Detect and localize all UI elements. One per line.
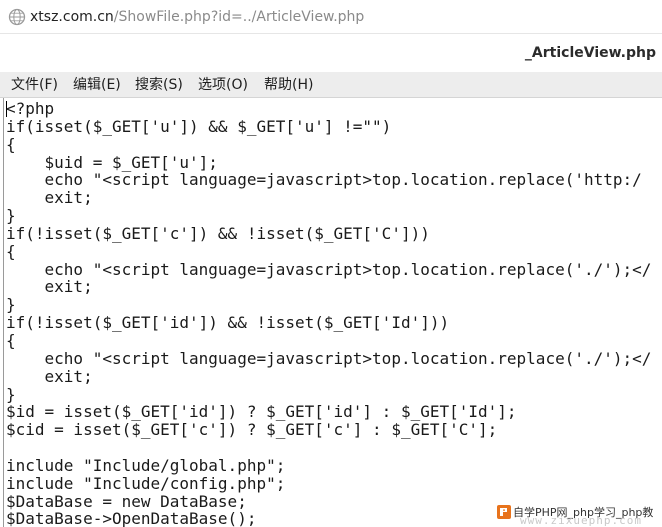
code-line: <?php — [6, 100, 651, 118]
code-line: include "Include/config.php"; — [6, 473, 651, 493]
code-line-text: $uid = $_GET['u']; — [6, 152, 218, 172]
code-line: { — [6, 241, 651, 261]
code-line: $uid = $_GET['u']; — [6, 152, 651, 172]
code-line: { — [6, 134, 651, 154]
menu-item-edit[interactable]: 编辑(E) — [73, 75, 121, 95]
menu-bar: 文件(F) 编辑(E) 搜索(S) 选项(O) 帮助(H) — [0, 72, 662, 98]
code-line-text: exit; — [6, 188, 93, 208]
window-title-bar: _ArticleView.php — [0, 34, 662, 72]
code-line: exit; — [6, 189, 651, 207]
code-line: $cid = isset($_GET['c']) ? $_GET['c'] : … — [6, 421, 651, 439]
code-line-text: if(isset($_GET['u']) && $_GET['u'] !="") — [6, 116, 392, 136]
code-line: } — [6, 384, 651, 404]
code-line: exit; — [6, 366, 651, 386]
code-line-text: if(!isset($_GET['c']) && !isset($_GET['C… — [6, 223, 430, 243]
menu-item-help[interactable]: 帮助(H) — [264, 75, 313, 95]
code-line-text: echo "<script language=javascript>top.lo… — [6, 348, 652, 368]
code-line: include "Include/global.php"; — [6, 455, 651, 475]
menu-item-file[interactable]: 文件(F) — [11, 75, 58, 95]
editor-border — [3, 98, 4, 527]
address-url[interactable]: xtsz.com.cn/ShowFile.php?id=../ArticleVi… — [30, 7, 364, 27]
code-line-text: if(!isset($_GET['id']) && !isset($_GET['… — [6, 313, 450, 333]
code-area[interactable]: <?php if(isset($_GET['u']) && $_GET['u'] … — [6, 100, 651, 527]
code-line-text: { — [6, 241, 16, 261]
menu-item-options[interactable]: 选项(O) — [198, 75, 248, 95]
code-line-text: { — [6, 330, 16, 350]
code-line-text: include "Include/global.php"; — [6, 455, 286, 475]
code-line: $id = isset($_GET['id']) ? $_GET['id'] :… — [6, 403, 651, 421]
code-line: echo "<script language=javascript>top.lo… — [6, 171, 651, 189]
address-path: /ShowFile.php?id=../ArticleView.php — [113, 9, 365, 25]
code-line-text: } — [6, 295, 16, 315]
code-line-text: $id = isset($_GET['id']) ? $_GET['id'] :… — [6, 402, 517, 422]
code-line-text: $cid = isset($_GET['c']) ? $_GET['c'] : … — [6, 420, 498, 440]
code-line: { — [6, 332, 651, 350]
php-logo-icon — [497, 505, 511, 519]
code-line-text: $DataBase->OpenDataBase(); — [6, 509, 257, 527]
code-line-text: { — [6, 134, 16, 154]
code-line-text: exit; — [6, 366, 93, 386]
address-host: xtsz.com.cn — [30, 9, 114, 25]
code-line: if(!isset($_GET['c']) && !isset($_GET['C… — [6, 223, 651, 243]
code-line-text: } — [6, 206, 16, 226]
globe-icon — [8, 8, 26, 26]
code-line-text: $DataBase = new DataBase; — [6, 491, 247, 511]
browser-address-bar[interactable]: xtsz.com.cn/ShowFile.php?id=../ArticleVi… — [0, 0, 662, 34]
code-line-text: } — [6, 384, 16, 404]
code-line: } — [6, 296, 651, 314]
watermark-url: www.zixuephp.com — [520, 514, 642, 527]
code-line: echo "<script language=javascript>top.lo… — [6, 259, 652, 279]
menu-item-search[interactable]: 搜索(S) — [135, 75, 183, 95]
code-line: } — [6, 207, 651, 225]
code-line: exit; — [6, 278, 651, 296]
code-line: if(isset($_GET['u']) && $_GET['u'] !="") — [6, 116, 651, 136]
code-line-text: exit; — [6, 277, 93, 297]
code-line-text: echo "<script language=javascript>top.lo… — [6, 170, 642, 190]
code-line-text: echo "<script language=javascript>top.lo… — [6, 259, 652, 279]
code-line: if(!isset($_GET['id']) && !isset($_GET['… — [6, 314, 651, 332]
window-title: _ArticleView.php — [524, 45, 656, 61]
code-line: echo "<script language=javascript>top.lo… — [6, 348, 652, 368]
code-editor[interactable]: <?php if(isset($_GET['u']) && $_GET['u'] … — [0, 98, 662, 527]
code-line-text: include "Include/config.php"; — [6, 473, 286, 493]
code-line-text: <?php — [6, 99, 55, 118]
